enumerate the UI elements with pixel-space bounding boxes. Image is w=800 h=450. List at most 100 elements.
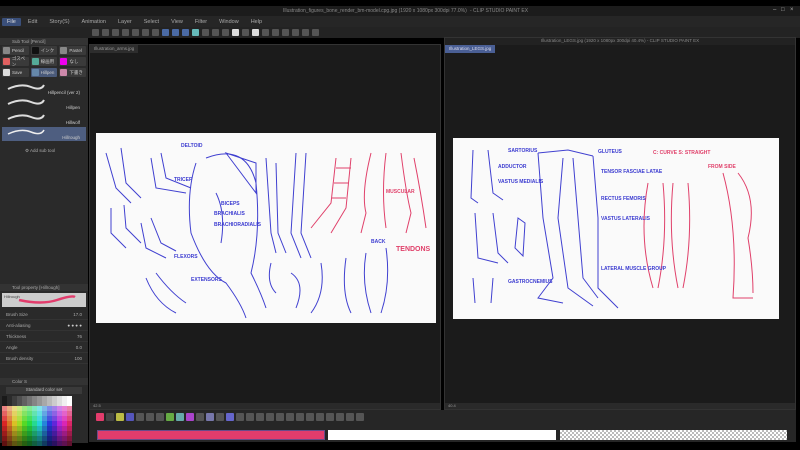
angle-row[interactable]: Angle 0.0: [0, 342, 88, 353]
zoom-level[interactable]: 40.4: [448, 403, 456, 408]
main-color-swatch[interactable]: [97, 430, 325, 440]
snap-special-ruler-icon[interactable]: [172, 29, 179, 36]
tool-icon[interactable]: [186, 413, 194, 421]
subtool-tab-4[interactable]: 線画用: [30, 57, 58, 66]
zoom-level[interactable]: 42.5: [93, 403, 101, 408]
subtool-tab-ink[interactable]: インク: [30, 46, 58, 55]
tool-icon[interactable]: [286, 413, 294, 421]
thickness-row[interactable]: Thickness 76: [0, 331, 88, 342]
sub-color-swatch[interactable]: [328, 430, 556, 440]
tool-icon[interactable]: [166, 413, 174, 421]
tool-icon[interactable]: [226, 413, 234, 421]
brush-icon[interactable]: [292, 29, 299, 36]
doc-tab-left[interactable]: Illustration_arms.jpg: [90, 45, 139, 53]
tool-icon[interactable]: [246, 413, 254, 421]
tool-icon[interactable]: [176, 413, 184, 421]
canvas-legs[interactable]: SARTORIUS ADDUCTOR VASTUS MEDIALIS GLUTE…: [453, 138, 779, 319]
tool-icon[interactable]: [276, 413, 284, 421]
layer-icon[interactable]: [222, 29, 229, 36]
svg-text:C: CURVE S: STRAIGHT: C: CURVE S: STRAIGHT: [653, 150, 710, 156]
add-sub-tool-button[interactable]: ⚙ Add sub tool: [0, 142, 88, 154]
transform-icon[interactable]: [202, 29, 209, 36]
tool-icon[interactable]: [106, 413, 114, 421]
menu-help[interactable]: Help: [246, 18, 267, 26]
color-palette[interactable]: [2, 396, 88, 446]
tool-icon[interactable]: [196, 413, 204, 421]
arm-anatomy-sketch: DELTOID TRICEP BICEPS BRACHIALIS BRACHIO…: [105, 143, 431, 319]
menu-filter[interactable]: Filter: [190, 18, 212, 26]
subtool-tab-save[interactable]: Save: [2, 68, 29, 77]
snap-ruler-icon[interactable]: [162, 29, 169, 36]
tool-icon[interactable]: [96, 413, 104, 421]
pencil-icon[interactable]: [302, 29, 309, 36]
undo-icon[interactable]: [122, 29, 129, 36]
color-set-select[interactable]: Standard color set: [6, 387, 82, 394]
redo-icon[interactable]: [132, 29, 139, 36]
tool-icon[interactable]: [236, 413, 244, 421]
subtool-tab-hillpen[interactable]: Hillpen: [30, 68, 58, 77]
doc-tab-right[interactable]: Illustration_LEGS.jpg: [445, 45, 496, 53]
tool-icon[interactable]: [316, 413, 324, 421]
minimize-icon[interactable]: –: [773, 7, 776, 13]
canvas-arms[interactable]: DELTOID TRICEP BICEPS BRACHIALIS BRACHIO…: [96, 133, 436, 323]
window-title-suffix: - CLIP STUDIO PAINT EX: [470, 8, 529, 14]
tool-icon[interactable]: [256, 413, 264, 421]
tool-icon[interactable]: [206, 413, 214, 421]
tool-icon[interactable]: [136, 413, 144, 421]
fill-icon[interactable]: [212, 29, 219, 36]
color-icon[interactable]: [232, 29, 239, 36]
tool-icon[interactable]: [356, 413, 364, 421]
frame-icon[interactable]: [282, 29, 289, 36]
subtool-tab-8[interactable]: 下書き: [59, 68, 87, 77]
grid-icon[interactable]: [192, 29, 199, 36]
svg-text:FLEXORS: FLEXORS: [174, 254, 198, 260]
anti-aliasing-options[interactable]: ● ● ● ●: [67, 323, 82, 328]
tool-icon[interactable]: [296, 413, 304, 421]
menu-story[interactable]: Story(S): [44, 18, 74, 26]
menu-window[interactable]: Window: [214, 18, 244, 26]
loading-icon[interactable]: [142, 29, 149, 36]
tool-icon[interactable]: [266, 413, 274, 421]
transparent-color-swatch[interactable]: [560, 430, 787, 440]
save-icon[interactable]: [112, 29, 119, 36]
new-icon[interactable]: [92, 29, 99, 36]
anti-aliasing-row[interactable]: Anti-aliasing ● ● ● ●: [0, 320, 88, 331]
tool-icon[interactable]: [146, 413, 154, 421]
menu-edit[interactable]: Edit: [23, 18, 42, 26]
menu-view[interactable]: View: [166, 18, 188, 26]
menu-layer[interactable]: Layer: [113, 18, 137, 26]
color-set-tab[interactable]: Color S: [0, 378, 88, 385]
tool-icon[interactable]: [306, 413, 314, 421]
brush-item-hillpen[interactable]: Hillpen: [2, 97, 86, 111]
crop-icon[interactable]: [272, 29, 279, 36]
tool-icon[interactable]: [346, 413, 354, 421]
menu-animation[interactable]: Animation: [77, 18, 111, 26]
fill-bucket-icon[interactable]: [262, 29, 269, 36]
snap-grid-icon[interactable]: [182, 29, 189, 36]
tool-icon[interactable]: [116, 413, 124, 421]
brush-item-hillpencil[interactable]: Hillpencil (ver 2): [2, 82, 86, 96]
airbrush-icon[interactable]: [312, 29, 319, 36]
brush-density-row[interactable]: Brush density 100: [0, 353, 88, 364]
close-icon[interactable]: ×: [790, 7, 794, 13]
eraser-icon[interactable]: [252, 29, 259, 36]
tool-icon[interactable]: [326, 413, 334, 421]
subtool-tab-pastel[interactable]: Pastel: [59, 46, 87, 55]
brush-item-hillrough[interactable]: Hillrough: [2, 127, 86, 141]
menu-file[interactable]: File: [2, 17, 21, 26]
subtool-tab-3[interactable]: ゴスペン: [2, 56, 29, 67]
clear-icon[interactable]: [152, 29, 159, 36]
brush-item-hillwolf[interactable]: Hillwolf: [2, 112, 86, 126]
menu-select[interactable]: Select: [139, 18, 164, 26]
brush-size-row[interactable]: Brush Size 17.0: [0, 309, 88, 320]
subtool-tab-pencil[interactable]: Pencil: [2, 46, 29, 55]
open-icon[interactable]: [102, 29, 109, 36]
maximize-icon[interactable]: □: [781, 7, 785, 13]
tool-icon[interactable]: [156, 413, 164, 421]
tool-icon[interactable]: [216, 413, 224, 421]
subtool-tab-5[interactable]: なし: [59, 57, 87, 66]
tool-icon[interactable]: [336, 413, 344, 421]
color-swatch[interactable]: [67, 441, 72, 446]
pen-icon[interactable]: [242, 29, 249, 36]
tool-icon[interactable]: [126, 413, 134, 421]
